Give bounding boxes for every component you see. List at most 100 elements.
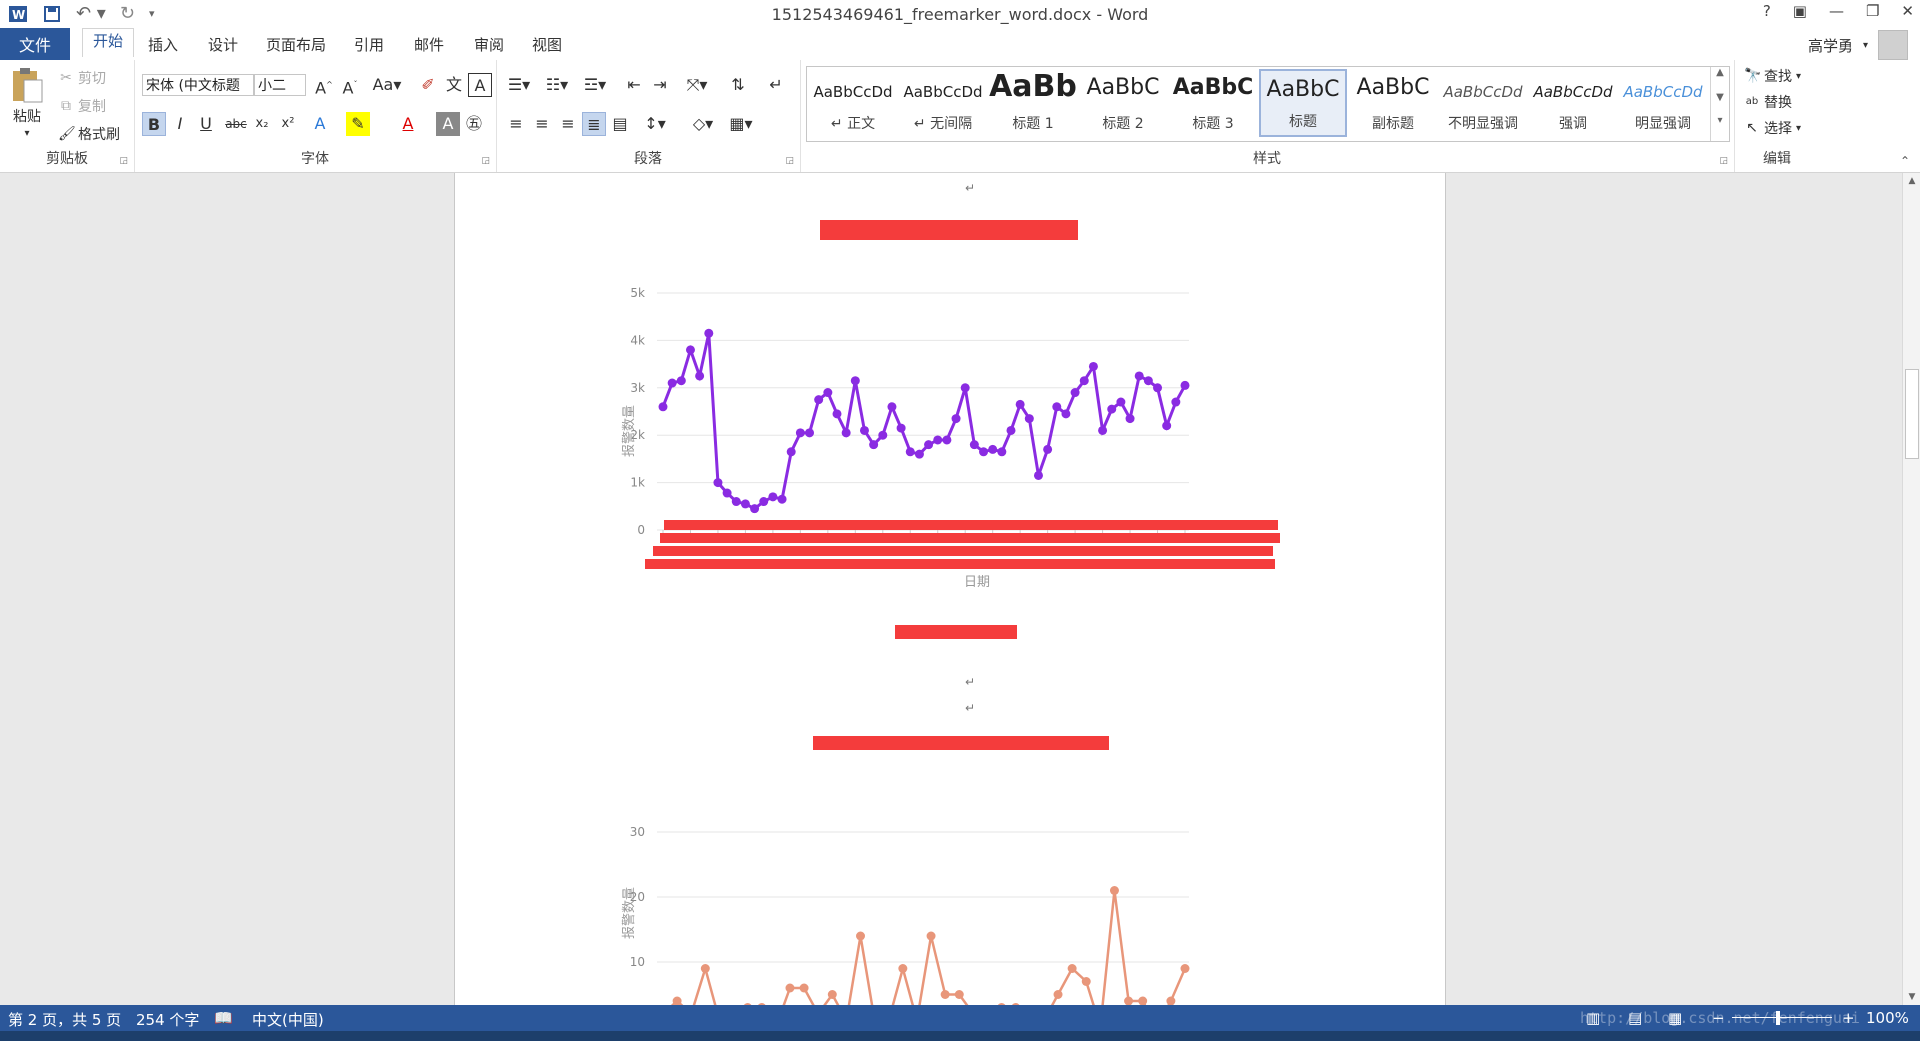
shading-icon[interactable]: ◇▾: [688, 112, 718, 136]
tab-review[interactable]: 审阅: [474, 34, 504, 55]
chart-data-point[interactable]: [814, 395, 824, 405]
chart-data-point[interactable]: [887, 402, 897, 412]
proofing-icon[interactable]: 📖: [214, 1009, 233, 1027]
chart-data-point[interactable]: [841, 428, 851, 438]
chart-data-point[interactable]: [926, 931, 936, 941]
document-page[interactable]: ↵ 0 1k 2k 3k 4k 5k 报警数量 日期 ↵ ↵ 10 20 30 …: [454, 173, 1446, 1005]
chart-data-point[interactable]: [722, 488, 732, 498]
style-subtle-emphasis[interactable]: AaBbCcDd 不明显强调: [1439, 69, 1527, 137]
gallery-scrollbar[interactable]: ▲ ▼ ▾: [1710, 67, 1729, 141]
chart-data-point[interactable]: [969, 440, 979, 450]
numbering-icon[interactable]: ☷▾: [542, 73, 572, 97]
chart-data-point[interactable]: [1098, 425, 1108, 435]
chart-data-point[interactable]: [750, 504, 760, 514]
chart-data-point[interactable]: [1015, 399, 1025, 409]
style-title[interactable]: AaBbC 标题: [1259, 69, 1347, 137]
style-no-spacing[interactable]: AaBbCcDd ↵ 无间隔: [899, 69, 987, 137]
chart-data-point[interactable]: [1061, 409, 1071, 419]
chart-data-point[interactable]: [1107, 404, 1117, 414]
chart-data-point[interactable]: [951, 414, 961, 424]
help-button[interactable]: ?: [1763, 2, 1771, 20]
chart-data-point[interactable]: [1006, 425, 1016, 435]
enclose-char-icon[interactable]: ㊄: [462, 112, 486, 136]
font-size-combo[interactable]: 小二: [254, 74, 306, 96]
tab-home[interactable]: 开始: [82, 28, 135, 57]
chart-data-point[interactable]: [1081, 977, 1091, 986]
align-right-icon[interactable]: ≡: [556, 112, 580, 136]
user-account[interactable]: 高学勇 ▾: [1808, 30, 1908, 60]
chart-data-point[interactable]: [1079, 376, 1089, 386]
chart-data-point[interactable]: [832, 409, 842, 419]
tab-design[interactable]: 设计: [208, 34, 238, 55]
word-count[interactable]: 254 个字: [136, 1009, 199, 1030]
chart-data-point[interactable]: [658, 402, 668, 412]
chart-data-point[interactable]: [786, 447, 796, 457]
chart-data-point[interactable]: [979, 447, 989, 457]
chart-data-point[interactable]: [1162, 421, 1172, 431]
chart-data-point[interactable]: [869, 440, 879, 450]
align-left-icon[interactable]: ≡: [504, 112, 528, 136]
tab-insert[interactable]: 插入: [148, 34, 178, 55]
justify-icon[interactable]: ≣: [582, 112, 606, 136]
chart-data-point[interactable]: [940, 990, 950, 999]
style-heading-3[interactable]: AaBbC 标题 3: [1169, 69, 1257, 137]
chart-data-point[interactable]: [856, 931, 866, 941]
chart-data-point[interactable]: [799, 983, 809, 993]
chart-data-point[interactable]: [1153, 383, 1163, 393]
chart-data-point[interactable]: [1134, 371, 1144, 381]
dialog-launcher-icon[interactable]: ◲: [119, 156, 128, 166]
phonetic-guide-icon[interactable]: 文: [442, 73, 466, 97]
chevron-up-icon[interactable]: ▲: [1711, 67, 1729, 78]
chart-data-point[interactable]: [1138, 996, 1148, 1006]
chart-data-point[interactable]: [713, 478, 723, 488]
bold-button[interactable]: B: [142, 112, 166, 136]
tab-file[interactable]: 文件: [0, 28, 70, 60]
text-effects-icon[interactable]: A: [308, 112, 332, 136]
shrink-font-icon[interactable]: Aˇ: [338, 73, 362, 97]
chart-data-point[interactable]: [823, 388, 833, 398]
font-color-icon[interactable]: A: [396, 112, 420, 136]
chart-data-point[interactable]: [704, 328, 714, 338]
chart-data-point[interactable]: [924, 440, 934, 450]
chart-data-point[interactable]: [1052, 402, 1062, 412]
select-button[interactable]: ↖ 选择 ▾: [1744, 118, 1801, 138]
dialog-launcher-icon[interactable]: ◲: [785, 156, 794, 166]
minimize-button[interactable]: —: [1829, 2, 1844, 20]
style-subtitle[interactable]: AaBbC 副标题: [1349, 69, 1437, 137]
grow-font-icon[interactable]: A^: [312, 73, 336, 97]
chart-data-point[interactable]: [1053, 990, 1063, 999]
dialog-launcher-icon[interactable]: ◲: [481, 156, 490, 166]
replace-button[interactable]: ab 替换: [1744, 92, 1792, 112]
chart-data-point[interactable]: [1171, 397, 1181, 407]
multilevel-list-icon[interactable]: ☲▾: [580, 73, 610, 97]
chart-data-point[interactable]: [878, 430, 888, 440]
increase-indent-icon[interactable]: ⇥: [648, 73, 672, 97]
decrease-indent-icon[interactable]: ⇤: [622, 73, 646, 97]
chart-data-point[interactable]: [695, 371, 705, 381]
change-case-icon[interactable]: Aa▾: [370, 73, 404, 97]
chart-data-point[interactable]: [1043, 444, 1053, 454]
scroll-thumb[interactable]: [1905, 369, 1919, 459]
chart-data-point[interactable]: [685, 345, 695, 355]
scroll-down-icon[interactable]: ▼: [1903, 989, 1920, 1005]
highlight-icon[interactable]: ✎: [346, 112, 370, 136]
chart-data-point[interactable]: [1067, 964, 1077, 973]
chart-data-point[interactable]: [667, 378, 677, 388]
chart-data-point[interactable]: [905, 447, 915, 457]
chart-data-point[interactable]: [859, 425, 869, 435]
chart-data-point[interactable]: [933, 435, 943, 445]
underline-button[interactable]: U: [194, 112, 218, 136]
chart-data-point[interactable]: [1125, 414, 1135, 424]
asian-layout-icon[interactable]: ⤧▾: [682, 73, 712, 97]
chart-data-point[interactable]: [954, 990, 964, 999]
subscript-button[interactable]: x₂: [250, 112, 274, 136]
chart-data-point[interactable]: [700, 964, 710, 973]
style-emphasis[interactable]: AaBbCcDd 强调: [1529, 69, 1617, 137]
chart-data-point[interactable]: [997, 447, 1007, 457]
superscript-button[interactable]: x²: [276, 112, 300, 136]
chart-data-point[interactable]: [759, 497, 769, 507]
chart-data-point[interactable]: [850, 376, 860, 386]
copy-button[interactable]: ⧉ 复制: [58, 96, 106, 116]
paste-button[interactable]: 粘贴 ▾: [10, 66, 44, 139]
dialog-launcher-icon[interactable]: ◲: [1719, 156, 1728, 166]
